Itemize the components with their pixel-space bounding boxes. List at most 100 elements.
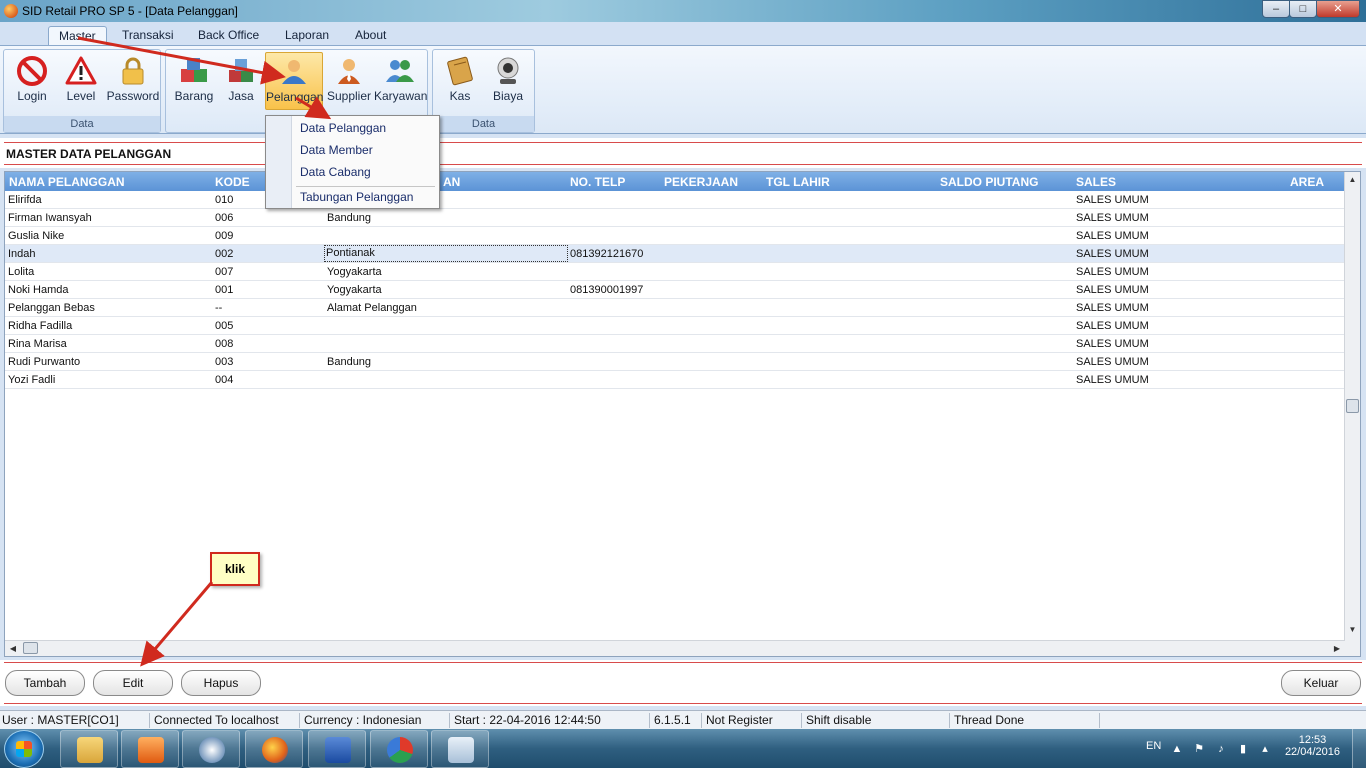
cell-kode: 004 [215, 374, 234, 386]
table-row[interactable]: Ridha Fadilla 005 SALES UMUM [5, 317, 1345, 335]
karyawan-label: Karyawan [374, 89, 428, 103]
column-header-nama[interactable]: NAMA PELANGGAN [9, 175, 125, 189]
cell-nama: Guslia Nike [8, 230, 65, 242]
taskbar-media[interactable] [121, 730, 179, 768]
biaya-button[interactable]: Biaya [485, 52, 531, 110]
password-label: Password [106, 89, 160, 103]
table-row[interactable]: Elirifda 010 SALES UMUM [5, 191, 1345, 209]
chevron-up-icon[interactable]: ▲ [1170, 742, 1184, 756]
signal-icon[interactable]: ▴ [1258, 742, 1272, 756]
volume-icon[interactable]: ♪ [1214, 742, 1228, 756]
language-indicator[interactable]: EN [1146, 740, 1161, 752]
tab-transaksi[interactable]: Transaksi [112, 26, 184, 46]
table-row-selected[interactable]: Indah 002 Pontianak 081392121670 SALES U… [5, 245, 1345, 263]
cell-kode: 007 [215, 266, 234, 278]
table-row[interactable]: Guslia Nike 009 SALES UMUM [5, 227, 1345, 245]
maximize-button[interactable]: □ [1289, 0, 1317, 18]
customer-grid[interactable]: NAMA PELANGGAN KODE AN NO. TELP PEKERJAA… [4, 171, 1361, 657]
cell-nama: Rudi Purwanto [8, 356, 81, 368]
column-header-telp[interactable]: NO. TELP [570, 175, 625, 189]
scroll-down-icon[interactable]: ▼ [1345, 622, 1360, 638]
system-tray: EN ▲ ⚑ ♪ ▮ ▴ 12:53 22/04/2016 [1116, 729, 1366, 768]
menu-item-tabungan-pelanggan[interactable]: Tabungan Pelanggan [300, 190, 413, 204]
taskbar-notes[interactable] [431, 730, 489, 768]
pelanggan-label: Pelanggan [266, 90, 324, 104]
tab-back-office[interactable]: Back Office [188, 26, 269, 46]
tambah-button[interactable]: Tambah [5, 670, 85, 696]
scroll-up-icon[interactable]: ▲ [1345, 172, 1360, 188]
taskbar-firefox[interactable] [245, 730, 303, 768]
hapus-button[interactable]: Hapus [181, 670, 261, 696]
notepad-icon [448, 737, 474, 763]
cell-alamat: Alamat Pelanggan [327, 302, 417, 314]
section-header: MASTER DATA PELANGGAN [0, 138, 1366, 168]
taskbar-sid-retail[interactable] [370, 730, 428, 768]
column-header-alamat[interactable]: AN [443, 175, 460, 189]
taskbar-app[interactable] [182, 730, 240, 768]
scroll-thumb[interactable] [23, 642, 38, 654]
scroll-left-icon[interactable]: ◀ [5, 641, 21, 656]
table-row[interactable]: Noki Hamda 001 Yogyakarta 081390001997 S… [5, 281, 1345, 299]
menu-gutter [266, 116, 292, 208]
pelanggan-button[interactable]: Pelanggan [265, 52, 323, 110]
clock-time: 12:53 [1298, 734, 1327, 746]
taskbar-word[interactable] [308, 730, 366, 768]
taskbar-explorer[interactable] [60, 730, 118, 768]
password-button[interactable]: Password [106, 52, 160, 110]
customer-icon [282, 60, 306, 84]
keluar-button[interactable]: Keluar [1281, 670, 1361, 696]
menu-item-data-pelanggan[interactable]: Data Pelanggan [300, 121, 386, 135]
folder-icon [77, 737, 103, 763]
login-button[interactable]: Login [8, 52, 56, 110]
cell-kode: -- [215, 302, 223, 314]
karyawan-button[interactable]: Karyawan [374, 52, 428, 110]
edit-button[interactable]: Edit [93, 670, 173, 696]
supplier-button[interactable]: Supplier [326, 52, 372, 110]
level-button[interactable]: Level [58, 52, 104, 110]
column-header-pekerjaan[interactable]: PEKERJAAN [664, 175, 738, 189]
table-row[interactable]: Rudi Purwanto 003 Bandung SALES UMUM [5, 353, 1345, 371]
table-row[interactable]: Firman Iwansyah 006 Bandung SALES UMUM [5, 209, 1345, 227]
clock[interactable]: 12:53 22/04/2016 [1285, 734, 1340, 758]
cell-telp: 081390001997 [570, 284, 644, 296]
table-row[interactable]: Pelanggan Bebas -- Alamat Pelanggan SALE… [5, 299, 1345, 317]
cell-kode: 001 [215, 284, 234, 296]
minimize-button[interactable]: – [1262, 0, 1290, 18]
column-header-area[interactable]: AREA [1290, 175, 1324, 189]
annotation-callout: klik [210, 552, 260, 586]
grid-rows: Elirifda 010 SALES UMUM Firman Iwansyah … [5, 191, 1345, 389]
jasa-label: Jasa [228, 89, 254, 103]
column-header-kode[interactable]: KODE [215, 175, 250, 189]
jasa-button[interactable]: Jasa [221, 52, 261, 110]
cell-alamat-focused[interactable]: Pontianak [324, 245, 568, 262]
close-button[interactable]: ✕ [1316, 0, 1360, 18]
kas-button[interactable]: Kas [437, 52, 483, 110]
column-header-saldo-piutang[interactable]: SALDO PIUTANG [940, 175, 1038, 189]
flag-icon[interactable]: ⚑ [1192, 742, 1206, 756]
businessman-icon [338, 59, 360, 84]
barang-button[interactable]: Barang [169, 52, 219, 110]
scroll-thumb[interactable] [1346, 399, 1359, 413]
menu-item-data-cabang[interactable]: Data Cabang [300, 165, 371, 179]
cell-sales: SALES UMUM [1076, 284, 1149, 296]
table-row[interactable]: Lolita 007 Yogyakarta SALES UMUM [5, 263, 1345, 281]
table-row[interactable]: Rina Marisa 008 SALES UMUM [5, 335, 1345, 353]
column-header-sales[interactable]: SALES [1076, 175, 1116, 189]
horizontal-scrollbar[interactable]: ◀ ▶ [5, 640, 1345, 656]
show-desktop-button[interactable] [1352, 729, 1366, 768]
windows-start-icon[interactable] [4, 730, 44, 768]
barang-label: Barang [174, 89, 214, 103]
table-row[interactable]: Yozi Fadli 004 SALES UMUM [5, 371, 1345, 389]
app-icon [4, 4, 18, 18]
vertical-scrollbar[interactable]: ▲ ▼ [1344, 172, 1360, 656]
tab-master[interactable]: Master [48, 26, 107, 46]
cell-nama: Firman Iwansyah [8, 212, 92, 224]
tab-about[interactable]: About [345, 26, 396, 46]
column-header-tgl-lahir[interactable]: TGL LAHIR [766, 175, 830, 189]
menu-item-data-member[interactable]: Data Member [300, 143, 373, 157]
action-bar: Tambah Edit Hapus Keluar [0, 660, 1366, 706]
battery-icon[interactable]: ▮ [1236, 742, 1250, 756]
scroll-right-icon[interactable]: ▶ [1329, 641, 1345, 656]
tab-laporan[interactable]: Laporan [275, 26, 339, 46]
status-currency: Currency : Indonesian [302, 713, 450, 728]
